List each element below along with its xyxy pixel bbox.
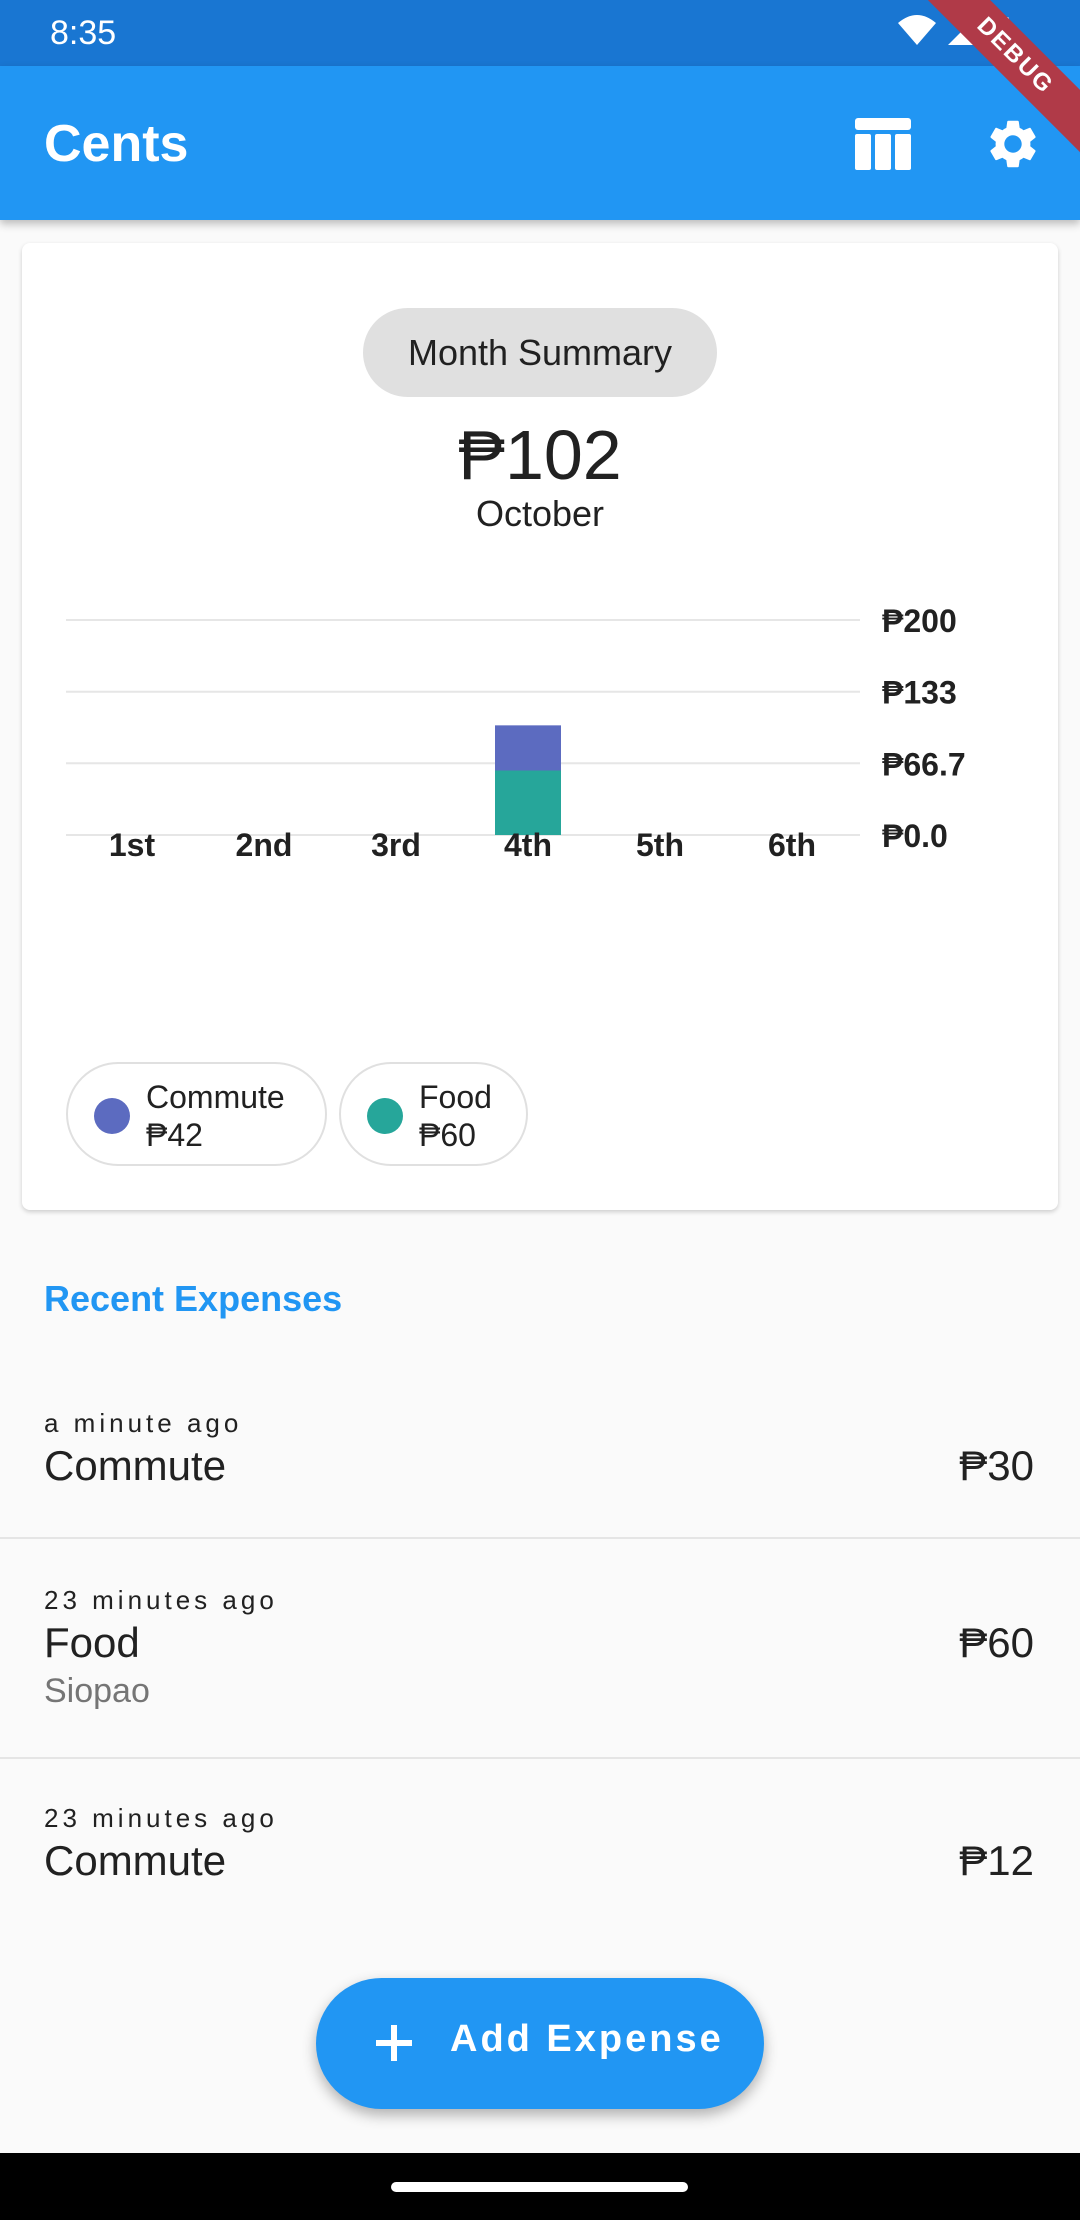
legend-chip-food[interactable]: Food ₱60 xyxy=(339,1062,528,1166)
expense-row[interactable]: 23 minutes ago Commute ₱12 xyxy=(0,1759,1080,1919)
legend-text-commute: Commute ₱42 xyxy=(146,1078,285,1154)
expense-amount: ₱60 xyxy=(959,1619,1034,1666)
status-bar: 8:35 xyxy=(0,0,1080,66)
y-tick-label: ₱200 xyxy=(882,603,957,639)
x-tick-label: 4th xyxy=(504,827,552,863)
add-expense-label: Add Expense xyxy=(450,2018,724,2060)
status-time: 8:35 xyxy=(50,14,117,52)
legend-amount: ₱60 xyxy=(419,1117,476,1153)
settings-button[interactable] xyxy=(981,112,1045,176)
x-tick-label: 2nd xyxy=(236,827,293,863)
expense-time: 23 minutes ago xyxy=(44,1585,278,1615)
add-expense-button[interactable]: Add Expense xyxy=(316,1978,764,2109)
expense-category: Commute xyxy=(44,1837,227,1884)
expense-category: Food xyxy=(44,1619,140,1666)
expense-amount: ₱12 xyxy=(959,1837,1034,1884)
expense-row[interactable]: a minute ago Commute ₱30 xyxy=(0,1380,1080,1538)
expense-time: 23 minutes ago xyxy=(44,1803,278,1833)
x-tick-label: 6th xyxy=(768,827,816,863)
legend-dot-commute xyxy=(94,1098,130,1134)
table-icon xyxy=(855,118,911,170)
x-tick-label: 3rd xyxy=(371,827,421,863)
legend-name: Food xyxy=(419,1079,492,1115)
month-total: ₱102 xyxy=(458,416,622,494)
home-gesture-handle[interactable] xyxy=(391,2182,688,2192)
x-tick-label: 5th xyxy=(636,827,684,863)
expense-note: Siopao xyxy=(44,1672,150,1710)
expense-time: a minute ago xyxy=(44,1408,243,1438)
y-tick-label: ₱133 xyxy=(882,675,957,711)
month-label: October xyxy=(475,493,605,534)
legend-chip-commute[interactable]: Commute ₱42 xyxy=(66,1062,327,1166)
table-view-button[interactable] xyxy=(851,112,915,176)
expense-category: Commute xyxy=(44,1442,227,1489)
y-tick-label: ₱0.0 xyxy=(882,818,948,854)
month-summary-chip[interactable]: Month Summary xyxy=(363,308,717,397)
system-navigation-bar xyxy=(0,2153,1080,2220)
wifi-icon xyxy=(898,15,936,45)
plus-icon xyxy=(376,2025,412,2061)
legend-text-food: Food ₱60 xyxy=(419,1078,492,1154)
x-tick-label: 1st xyxy=(109,827,156,863)
legend-dot-food xyxy=(367,1098,403,1134)
y-tick-label: ₱66.7 xyxy=(882,746,966,782)
legend-amount: ₱42 xyxy=(146,1117,203,1153)
daily-expense-chart: ₱200 ₱133 ₱66.7 ₱0.0 1st 2nd 3rd 4th 5th 6th xyxy=(66,603,966,863)
recent-expenses-heading: Recent Expenses xyxy=(44,1278,343,1319)
expense-amount: ₱30 xyxy=(959,1442,1034,1489)
app-title: Cents xyxy=(44,115,189,173)
expense-row[interactable]: 23 minutes ago Food Siopao ₱60 xyxy=(0,1539,1080,1757)
legend-name: Commute xyxy=(146,1079,285,1115)
app-bar: Cents xyxy=(0,66,1080,220)
bar-commute-4th xyxy=(495,725,561,771)
bar-food-4th xyxy=(495,770,561,835)
month-summary-card: Month Summary ₱102 October ₱200 ₱133 ₱66.7… xyxy=(22,243,1058,1210)
gear-icon xyxy=(990,120,1036,168)
